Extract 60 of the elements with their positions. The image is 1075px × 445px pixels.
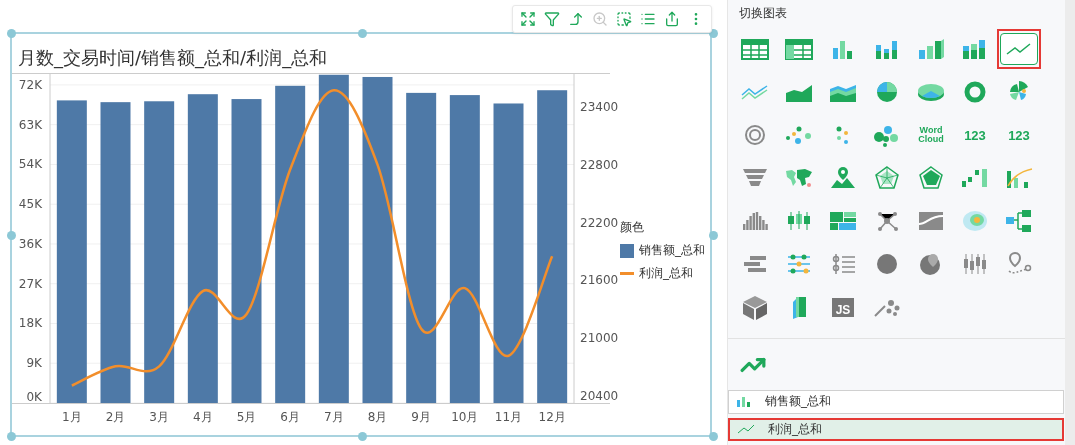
legend-swatch: [620, 243, 634, 258]
js-label: JS: [831, 297, 855, 317]
axis-label: 36K: [18, 236, 42, 251]
cube-icon: [740, 294, 770, 321]
axis-label: 22800: [580, 157, 619, 172]
line-chart-icon: [738, 424, 754, 435]
legend-title: 颜色: [620, 219, 645, 236]
axis-label: 72K: [18, 77, 42, 92]
axis-label: 63K: [18, 117, 42, 132]
axis-label: 9月: [411, 410, 431, 424]
axis-label: 23400: [580, 99, 619, 114]
chart-type-button[interactable]: [997, 29, 1041, 70]
axis-label: 7月: [324, 410, 344, 424]
axis-label: 6月: [280, 410, 300, 424]
chart-title: 月数_交易时间/销售额_总和/利润_总和: [17, 46, 329, 71]
resize-handle[interactable]: [358, 432, 367, 441]
axis-label: 4月: [193, 410, 213, 424]
chart-type-button[interactable]: JS: [821, 287, 865, 328]
axis-label: 1月: [62, 410, 82, 424]
resize-handle[interactable]: [709, 231, 718, 240]
axis-label: 0K: [26, 390, 42, 404]
axis-label: 21600: [580, 273, 619, 288]
legend-label: 销售额_总和: [639, 242, 705, 259]
axis-label: 22200: [580, 215, 619, 230]
series-label: 利润_总和: [768, 420, 822, 438]
axis-label: 21000: [580, 331, 619, 346]
series-row[interactable]: 利润_总和: [728, 417, 1064, 441]
axis-label: 3月: [149, 410, 169, 424]
axis-label: 45K: [18, 197, 42, 212]
pivot-table-icon: [784, 36, 814, 63]
resize-handle[interactable]: [358, 29, 367, 38]
resize-handle[interactable]: [7, 231, 16, 240]
axis-label: 2月: [105, 410, 126, 424]
table-icon: [740, 36, 770, 63]
axis-label: 18K: [18, 316, 42, 331]
series-row[interactable]: 销售额_总和: [728, 390, 1064, 414]
resize-handle[interactable]: [7, 29, 16, 38]
filled-radar-icon: [916, 165, 946, 192]
axis-label: 5月: [236, 410, 257, 424]
axis-label: 11月: [494, 410, 523, 424]
chart-type-button[interactable]: 123: [953, 115, 997, 156]
series-label: 销售额_总和: [765, 393, 831, 411]
radar-chart-icon: [872, 165, 902, 192]
axis-label: 12月: [538, 410, 566, 424]
flow-tree-icon: [1004, 208, 1034, 235]
axis-label: 54K: [18, 157, 42, 172]
axis-label: 27K: [18, 276, 42, 291]
chart-type-button[interactable]: 123: [997, 115, 1041, 156]
resize-handle[interactable]: [709, 432, 718, 441]
axis-label: 20400: [580, 389, 619, 404]
panel-title: 切换图表: [738, 5, 788, 22]
legend-label: 利润_总和: [639, 265, 693, 282]
axis-label: 8月: [367, 410, 388, 424]
scrollbar[interactable]: [1065, 0, 1075, 445]
chart-type-button[interactable]: Word Cloud: [909, 115, 953, 156]
axis-label: 10月: [451, 410, 479, 424]
resize-handle[interactable]: [7, 432, 16, 441]
axis-label: 9K: [26, 356, 42, 371]
legend-swatch: [620, 272, 634, 275]
bar-chart-icon: [737, 396, 751, 407]
